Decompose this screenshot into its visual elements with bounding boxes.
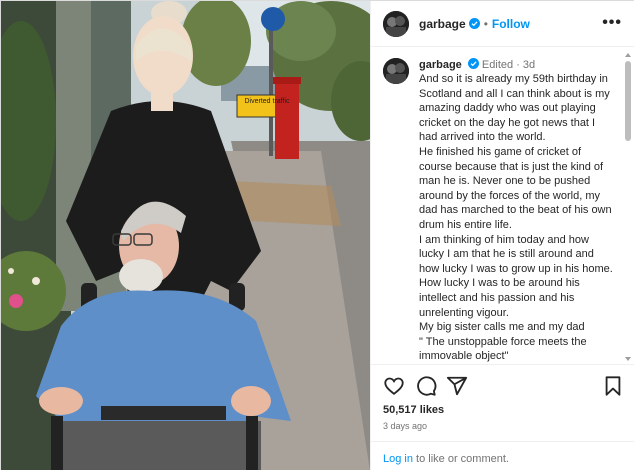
actions-bar: 50,517 likes 3 days ago Log in to like o… <box>371 364 634 470</box>
likes-count[interactable]: 50,517 likes <box>383 404 444 416</box>
caption-username[interactable]: garbage <box>419 59 462 71</box>
caption-time: 3d <box>522 59 536 71</box>
heart-icon[interactable] <box>383 375 405 397</box>
follow-button[interactable]: Follow <box>492 17 530 31</box>
more-options-icon[interactable]: ••• <box>602 14 622 32</box>
diverted-traffic-sign: Diverted traffic <box>244 98 290 105</box>
action-icons <box>383 375 624 397</box>
caption-separator: · <box>516 59 520 71</box>
header-separator: • <box>483 16 488 31</box>
instagram-post-embed: Diverted traffic garbage • Follow ••• ga… <box>0 0 634 470</box>
scroll-up-arrow-icon[interactable] <box>625 53 631 57</box>
verified-badge-icon <box>467 58 479 69</box>
bookmark-icon[interactable] <box>602 375 624 397</box>
post-side-panel: garbage • Follow ••• garbage Edited · 3d… <box>370 1 634 470</box>
caption-scrollbar[interactable] <box>625 61 631 361</box>
caption-edited: Edited <box>481 59 514 71</box>
photo-illustration <box>1 1 370 470</box>
login-rest-text: to like or comment. <box>412 453 509 465</box>
comment-icon[interactable] <box>415 375 437 397</box>
post-header: garbage • Follow ••• <box>371 1 634 47</box>
caption-area: garbage Edited · 3d And so it is already… <box>371 48 634 364</box>
post-time-ago: 3 days ago <box>383 421 428 431</box>
header-username[interactable]: garbage <box>419 17 466 31</box>
post-photo[interactable]: Diverted traffic <box>1 1 370 470</box>
caption-meta-line: garbage Edited · 3d <box>419 58 616 72</box>
share-icon[interactable] <box>446 375 468 397</box>
caption-text: And so it is already my 59th birthday in… <box>419 73 613 363</box>
caption-avatar[interactable] <box>383 58 409 84</box>
login-prompt: Log in to like or comment. <box>371 441 634 470</box>
caption-body: garbage Edited · 3d And so it is already… <box>419 58 616 364</box>
scroll-down-arrow-icon[interactable] <box>625 357 631 361</box>
avatar[interactable] <box>383 10 409 37</box>
verified-badge-icon <box>468 18 480 29</box>
scrollbar-thumb[interactable] <box>625 61 631 141</box>
login-link[interactable]: Log in <box>383 453 413 465</box>
